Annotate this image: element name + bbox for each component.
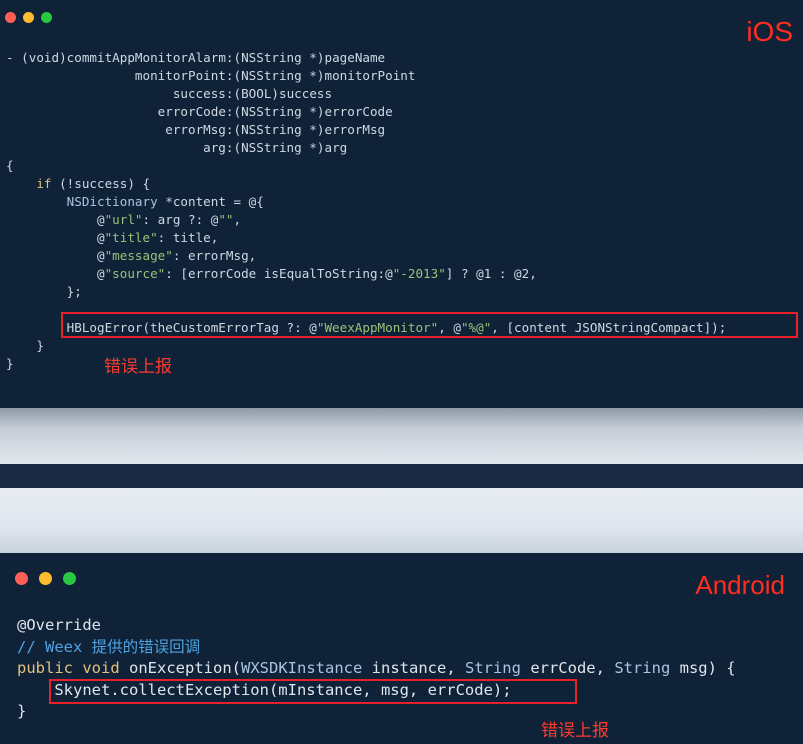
close-window-button[interactable]	[15, 572, 28, 585]
minimize-window-button[interactable]	[23, 12, 34, 23]
close-window-button[interactable]	[5, 12, 16, 23]
android-platform-label: Android	[695, 570, 785, 600]
android-code-block: @Override // Weex 提供的错误回调 public void on…	[17, 616, 736, 720]
minimize-window-button[interactable]	[39, 572, 52, 585]
ios-platform-label: iOS	[746, 16, 793, 47]
panel-separator-gap	[0, 488, 803, 553]
android-error-report-annotation: 错误上报	[541, 721, 609, 741]
maximize-window-button[interactable]	[63, 572, 76, 585]
android-highlight-box	[49, 679, 577, 704]
panel-separator-strip	[0, 464, 803, 488]
ios-highlight-box	[61, 312, 798, 338]
ios-error-report-annotation: 错误上报	[104, 357, 172, 377]
panel-separator-shadow	[0, 408, 803, 464]
maximize-window-button[interactable]	[41, 12, 52, 23]
code-comment: // Weex 提供的错误回调	[17, 637, 201, 656]
